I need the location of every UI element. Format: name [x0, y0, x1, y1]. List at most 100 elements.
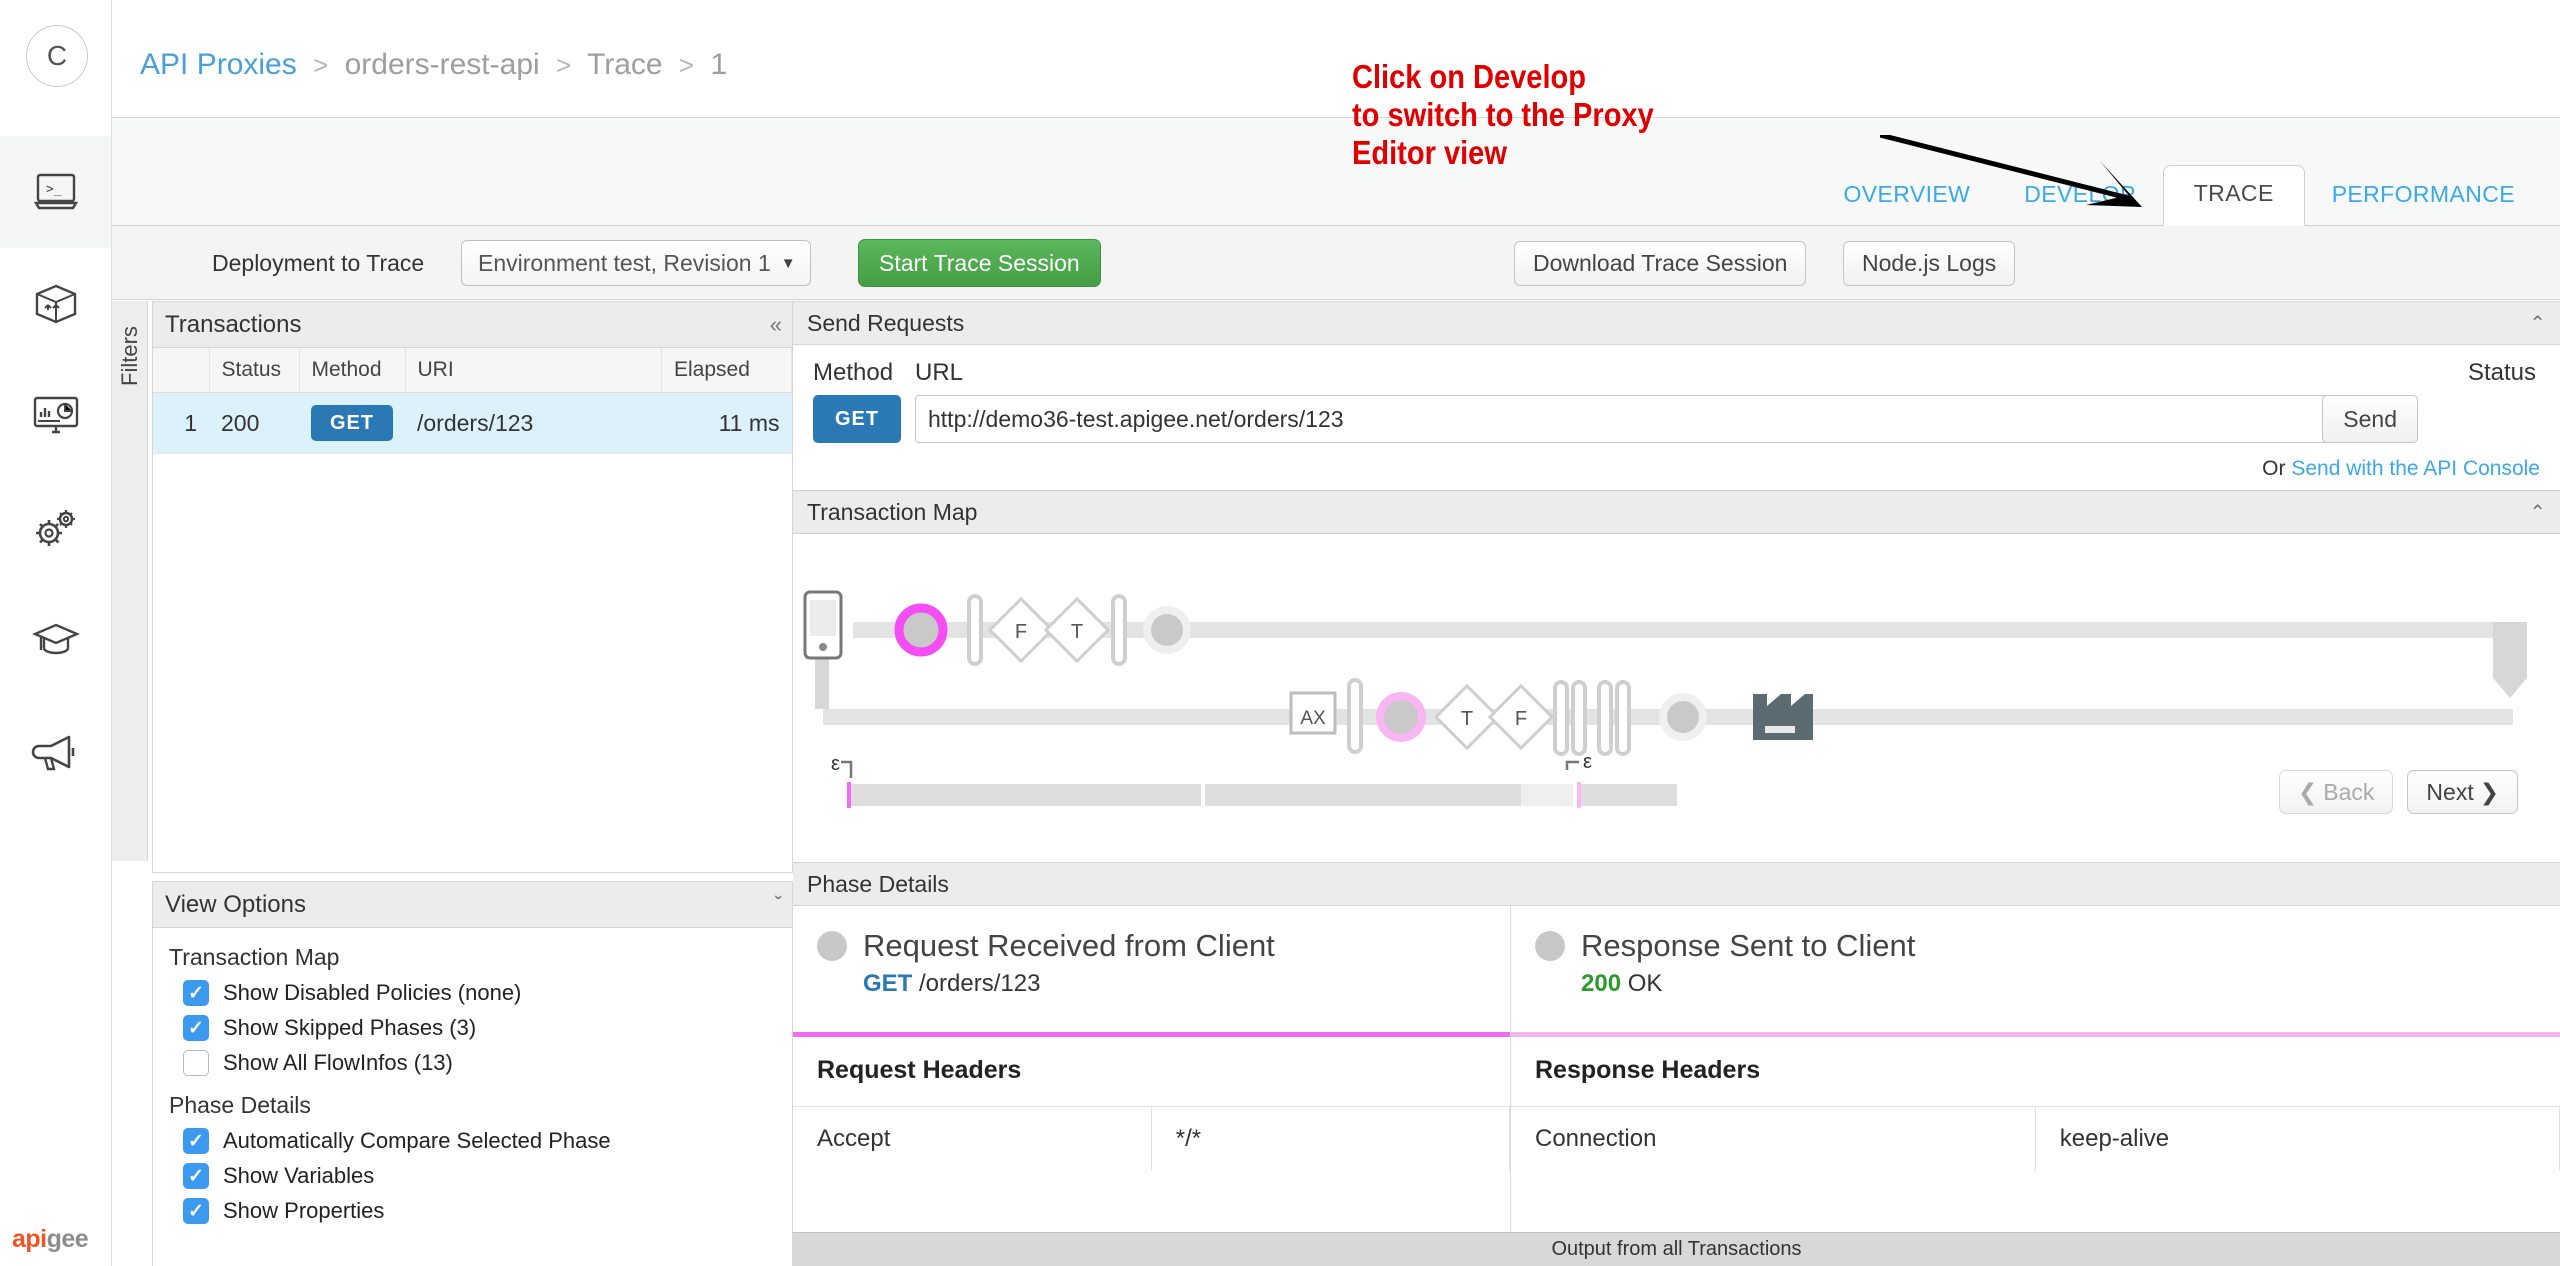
api-console-hint: Or Send with the API Console	[2262, 457, 2540, 481]
phase-details-body: Request Received from Client GET /orders…	[793, 906, 2560, 1266]
nodejs-logs-button[interactable]: Node.js Logs	[1843, 241, 2016, 286]
checkbox-show-variables[interactable]: Show Variables	[183, 1163, 792, 1189]
vo-group-title-phase-details: Phase Details	[169, 1092, 311, 1118]
checkbox-icon[interactable]	[183, 1198, 209, 1224]
transactions-table: Status Method URI Elapsed 1 200 GET /ord…	[153, 348, 792, 454]
transactions-panel-header: Transactions «	[153, 302, 792, 348]
request-phase-title: Request Received from Client	[863, 928, 1275, 963]
timeline-hatch	[1521, 784, 1573, 806]
checkbox-show-skipped-phases[interactable]: Show Skipped Phases (3)	[183, 1015, 792, 1041]
next-button[interactable]: Next ❯	[2407, 770, 2518, 814]
breadcrumb: API Proxies > orders-rest-api > Trace > …	[140, 48, 727, 82]
breadcrumb-proxy-name[interactable]: orders-rest-api	[345, 48, 540, 81]
response-status-text: OK	[1627, 970, 1663, 997]
timeline-marker	[1577, 782, 1581, 808]
logo-api: api	[12, 1225, 47, 1253]
annotation-line-3: Editor view	[1352, 133, 1507, 171]
analytics-ax-node: AX	[1289, 691, 1337, 735]
url-input[interactable]: http://demo36-test.apigee.net/orders/123	[915, 395, 2332, 443]
request-phase-subtitle: GET /orders/123	[793, 964, 1510, 998]
response-phase-title: Response Sent to Client	[1581, 928, 1916, 963]
sidebar-item-analyze[interactable]	[0, 360, 111, 472]
analytics-icon	[32, 395, 80, 437]
view-options-panel: View Options ˇ Transaction Map Show Disa…	[152, 881, 793, 1266]
start-trace-session-button[interactable]: Start Trace Session	[858, 239, 1101, 287]
target-request-node	[1143, 606, 1191, 654]
checkbox-icon[interactable]	[183, 1163, 209, 1189]
sidebar-item-learn[interactable]	[0, 584, 111, 696]
table-row[interactable]: 1 200 GET /orders/123 11 ms	[153, 392, 792, 454]
phase-accent-rule	[1511, 1032, 2560, 1037]
collapse-icon[interactable]: ⌃	[2529, 500, 2546, 525]
response-phase-subtitle: 200 OK	[1511, 964, 2560, 998]
phase-details-header: Phase Details	[793, 862, 2560, 906]
timeline-epsilon-left: ε	[831, 753, 840, 775]
phase-dot-icon	[1535, 931, 1565, 961]
response-headers-title: Response Headers	[1535, 1056, 1761, 1084]
checkbox-show-properties[interactable]: Show Properties	[183, 1198, 792, 1224]
response-headers-table: Connection keep-alive	[1511, 1106, 2560, 1171]
phase-details-request-column: Request Received from Client GET /orders…	[793, 906, 1511, 1266]
filters-strip[interactable]: Filters	[112, 301, 148, 861]
collapse-icon[interactable]: ⌃	[2529, 311, 2546, 336]
method-select[interactable]: GET	[813, 395, 901, 443]
sidebar-item-admin[interactable]	[0, 472, 111, 584]
avatar[interactable]: C	[26, 25, 88, 87]
cell-uri: /orders/123	[405, 392, 662, 454]
phase-bar	[967, 594, 983, 666]
phase-bar	[1597, 680, 1613, 756]
svg-text:>_: >_	[46, 182, 62, 197]
deployment-to-trace-label: Deployment to Trace	[212, 250, 425, 276]
svg-text:AX: AX	[1300, 708, 1326, 729]
sidebar-item-announcements[interactable]	[0, 696, 111, 808]
checkbox-icon[interactable]	[183, 1050, 209, 1076]
breadcrumb-revision[interactable]: 1	[710, 48, 727, 81]
develop-icon: >_	[33, 172, 79, 212]
request-method: GET	[863, 970, 913, 997]
annotation-callout: Click on Develop to switch to the Proxy …	[1352, 58, 1654, 172]
tab-trace[interactable]: TRACE	[2162, 165, 2305, 226]
status-label: Status	[2467, 359, 2536, 386]
proxy-endpoint-node	[1659, 693, 1707, 741]
send-requests-header: Send Requests ⌃	[793, 301, 2560, 345]
download-trace-session-button[interactable]: Download Trace Session	[1514, 241, 1807, 286]
cell-elapsed: 11 ms	[661, 392, 792, 454]
sidebar-item-develop[interactable]: >_	[0, 136, 111, 248]
tab-performance[interactable]: PERFORMANCE	[2305, 166, 2542, 225]
proxy-header-band: OVERVIEW DEVELOP TRACE PERFORMANCE	[112, 117, 2560, 226]
checkbox-show-all-flowinfos[interactable]: Show All FlowInfos (13)	[183, 1050, 792, 1076]
expand-icon[interactable]: ˇ	[775, 892, 782, 918]
phase-bar	[1615, 680, 1631, 756]
back-button[interactable]: ❮ Back	[2279, 770, 2394, 814]
sidebar-item-publish[interactable]	[0, 248, 111, 360]
svg-text:T: T	[1461, 708, 1473, 730]
rail-item-list: >_	[0, 136, 111, 808]
vo-group-title-transaction-map: Transaction Map	[169, 944, 340, 970]
deployment-select[interactable]: Environment test, Revision 1 ▼	[461, 240, 811, 286]
checkbox-icon[interactable]	[183, 1128, 209, 1154]
output-from-all-transactions-bar[interactable]: Output from all Transactions	[793, 1232, 2560, 1266]
send-with-api-console-link[interactable]: Send with the API Console	[2291, 457, 2540, 480]
graduation-cap-icon	[31, 621, 80, 659]
response-status-code: 200	[1581, 970, 1622, 997]
back-chevron-icon: ❮	[2298, 778, 2318, 805]
flow-f-node-2: F	[1487, 683, 1555, 751]
view-options-header: View Options ˇ	[153, 882, 792, 928]
checkbox-label: Show Properties	[223, 1198, 385, 1223]
timeline-marker	[847, 782, 851, 808]
phase-accent-rule	[793, 1032, 1510, 1037]
client-phone-icon	[803, 590, 843, 660]
collapse-icon[interactable]: «	[770, 312, 782, 338]
checkbox-icon[interactable]	[183, 980, 209, 1006]
send-button[interactable]: Send	[2322, 395, 2418, 443]
checkbox-show-disabled-policies[interactable]: Show Disabled Policies (none)	[183, 980, 792, 1006]
checkbox-icon[interactable]	[183, 1015, 209, 1041]
next-chevron-icon: ❯	[2479, 778, 2499, 805]
breadcrumb-api-proxies[interactable]: API Proxies	[140, 48, 297, 81]
transactions-title: Transactions	[165, 310, 302, 338]
checkbox-auto-compare-selected-phase[interactable]: Automatically Compare Selected Phase	[183, 1128, 792, 1154]
breadcrumb-trace[interactable]: Trace	[587, 48, 663, 81]
phase-bar	[1111, 594, 1127, 666]
svg-text:F: F	[1015, 621, 1027, 643]
cell-status: 200	[209, 392, 299, 454]
